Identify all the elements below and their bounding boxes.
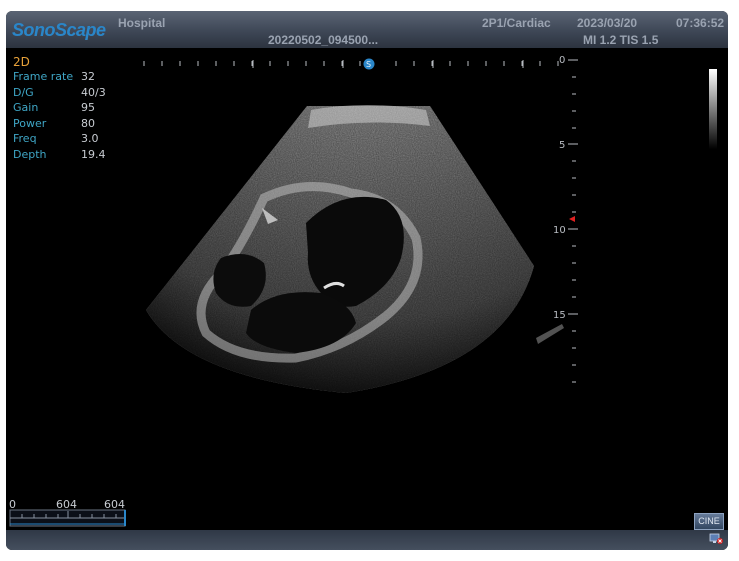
cine-current-label: 604 [56, 498, 77, 511]
depth-label-15: 15 [553, 310, 566, 321]
network-status-icon [709, 533, 723, 544]
depth-label-5: 5 [559, 140, 565, 151]
param-row: Freq 3.0 [13, 132, 106, 148]
param-value: 95 [81, 101, 95, 114]
cine-total-label: 604 [104, 498, 125, 511]
ultrasound-image: S 0 5 10 15 0 604 604 [9, 55, 578, 527]
param-label: Freq [13, 132, 37, 145]
grayscale-bar [709, 69, 717, 149]
param-value: 80 [81, 116, 95, 130]
param-label: Frame rate [13, 70, 74, 83]
param-value: 3.0 [81, 132, 99, 145]
cine-scrollbar[interactable] [9, 509, 126, 527]
mi-tis-readout: MI 1.2 TIS 1.5 [583, 33, 659, 47]
exam-time: 07:36:52 [676, 16, 725, 30]
cine-start-label: 0 [9, 498, 16, 511]
focus-marker-icon [569, 216, 575, 222]
cine-button[interactable]: CINE [694, 513, 724, 530]
imaging-parameters: 2D Frame rate 32 D/G 40/3 Gain 95 Power 80 F… [13, 55, 106, 163]
depth-label-0: 0 [559, 55, 565, 66]
patient-id: 20220502_094500... [268, 33, 379, 47]
param-row: Gain 95 [13, 101, 106, 117]
imaging-mode-label: 2D [13, 55, 30, 69]
param-label: D/G [13, 85, 34, 99]
depth-label-10: 10 [553, 225, 566, 236]
hospital-name: Hospital [118, 16, 166, 30]
param-row: Power 80 [13, 117, 106, 133]
sector-fan [146, 105, 564, 393]
exam-mode: 2P1/Cardiac [482, 16, 551, 30]
param-row: D/G 40/3 [13, 86, 106, 102]
param-value: 19.4 [81, 147, 106, 161]
param-row: Depth 19.4 [13, 148, 106, 164]
lateral-ruler [143, 60, 559, 68]
param-row: Frame rate 32 [13, 70, 106, 86]
probe-orientation-icon: S [363, 58, 375, 70]
status-bar [6, 530, 728, 550]
svg-text:S: S [366, 60, 371, 69]
exam-date: 2023/03/20 [577, 16, 638, 30]
param-label: Power [13, 116, 47, 130]
param-value: 32 [81, 70, 95, 83]
param-value: 40/3 [81, 85, 106, 99]
header-bar: SonoScape Hospital 20220502_094500... 2P… [6, 11, 728, 48]
param-label: Gain [13, 101, 39, 114]
param-label: Depth [13, 147, 47, 161]
brand-logo: SonoScape [12, 20, 106, 40]
ultrasound-screen: SonoScape Hospital 20220502_094500... 2P… [6, 11, 728, 550]
